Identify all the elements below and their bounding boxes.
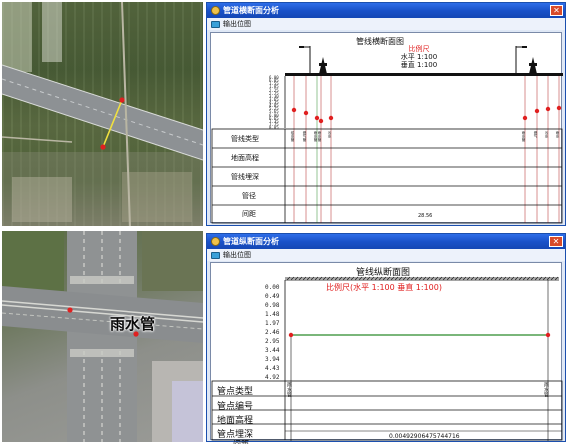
- cross-section-titlebar[interactable]: 管道横断面分析: [207, 3, 565, 18]
- pipe-point-marker: [556, 105, 562, 111]
- longitudinal-dialog[interactable]: 管道纵断面分析 ✕ 输出位图 管线纵断面图 比例尺(水平 1:100 垂直 1:…: [206, 233, 566, 444]
- aerial-map-bottom-graphics: [2, 231, 203, 442]
- y-tick-label: 2.95: [265, 338, 280, 345]
- export-bitmap-button[interactable]: 输出位图: [223, 19, 251, 29]
- pipe-point-marker: [291, 107, 297, 113]
- export-bitmap-icon[interactable]: [211, 20, 220, 28]
- pipe-type-cell: 燃气管: [303, 131, 307, 142]
- point-type-cell-end: 雨水管: [543, 382, 549, 397]
- app-icon: [211, 6, 220, 15]
- row-label-ground-elevation: 地面高程: [231, 154, 259, 162]
- close-icon[interactable]: ✕: [550, 5, 563, 16]
- pipe-type-cell: 雨水管: [522, 131, 526, 142]
- longitudinal-titlebar[interactable]: 管道纵断面分析: [207, 234, 565, 249]
- pipe-point-marker: [522, 115, 528, 121]
- pipe-type-cell: 污水: [545, 131, 549, 138]
- longitudinal-distance: 0.00492906475744716: [389, 433, 460, 440]
- cross-section-columns: [291, 76, 562, 223]
- map-label-rain-pipe: 雨水管: [110, 315, 156, 333]
- pipe-point-marker: [534, 108, 540, 114]
- pipe-point-marker: [328, 115, 334, 121]
- street-lamp-right-icon: [515, 46, 527, 75]
- aerial-map-bottom[interactable]: 雨水管: [2, 231, 203, 442]
- y-tick-label: 1.97: [265, 320, 280, 327]
- row-label-spacing: 间距: [233, 439, 249, 444]
- point-type-cell-start: 雨水管: [286, 382, 292, 397]
- app-icon: [211, 237, 220, 246]
- row-label-spacing: 间距: [242, 210, 256, 218]
- y-tick-label: 0.00: [265, 284, 280, 291]
- y-tick-label: 4.92: [265, 374, 280, 381]
- export-bitmap-button[interactable]: 输出位图: [223, 250, 251, 260]
- y-tick-label: 0.98: [265, 302, 280, 309]
- row-label-pipe-depth: 管线埋深: [231, 173, 259, 181]
- pipe-type-cell: 燃气: [534, 131, 538, 138]
- y-tick-label: 3.44: [265, 347, 280, 354]
- row-label-ground-elevation: 地面高程: [217, 416, 254, 426]
- cross-section-dialog[interactable]: 管道横断面分析 ✕ 输出位图 管线横断面图 比例尺 水平 1:100 垂直 1:…: [206, 2, 566, 226]
- pipe-type-cell: 给水管: [291, 131, 295, 142]
- longitudinal-window-title: 管道纵断面分析: [223, 237, 279, 246]
- cross-section-graphics: [211, 46, 563, 224]
- y-tick-label: 1.48: [265, 311, 280, 318]
- pipe-point-left: [67, 307, 73, 313]
- tree-right-icon: [529, 57, 537, 74]
- cross-section-canvas: 管线横断面图 比例尺 水平 1:100 垂直 1:100 6.00 6.85 1…: [210, 32, 563, 224]
- cross-section-toolbar: 输出位图: [207, 18, 565, 30]
- pipe-point-marker: [303, 110, 309, 116]
- street-lamp-left-icon: [299, 46, 311, 75]
- y-tick-label: 0.49: [265, 293, 280, 300]
- profile-point-start: [288, 332, 294, 338]
- y-tick-label: 4.43: [265, 365, 280, 372]
- pipe-type-cell: 污水: [328, 131, 332, 138]
- row-label-pipe-diameter: 管径: [242, 192, 256, 200]
- pipe-point-marker: [318, 118, 324, 124]
- longitudinal-canvas: 管线纵断面图 比例尺(水平 1:100 垂直 1:100) 0.00 0.49 …: [210, 262, 563, 444]
- close-icon[interactable]: ✕: [549, 236, 563, 247]
- longitudinal-graphics: [211, 276, 563, 441]
- y-tick-label: 3.94: [265, 356, 280, 363]
- export-bitmap-icon[interactable]: [211, 251, 220, 259]
- row-label-point-id: 管点编号: [217, 402, 254, 412]
- aerial-map-top[interactable]: [2, 2, 203, 226]
- row-label-pipe-type: 管线类型: [231, 135, 259, 143]
- y-tick-label: 8.85: [269, 125, 279, 130]
- pipe-type-cell: 雨水: [556, 131, 560, 138]
- pipe-point-marker: [545, 106, 551, 112]
- selection-start-point: [119, 97, 125, 103]
- aerial-map-top-graphics: [2, 2, 203, 226]
- ground-hatch: [286, 276, 559, 281]
- cross-section-distance: 28.56: [418, 213, 433, 219]
- longitudinal-toolbar: 输出位图: [207, 249, 565, 261]
- tree-left-icon: [319, 57, 327, 74]
- cross-section-window-title: 管道横断面分析: [223, 6, 279, 15]
- pipe-point-marker: [314, 115, 320, 121]
- profile-point-end: [545, 332, 551, 338]
- pipe-type-cell: 雨水管: [318, 131, 322, 142]
- selection-end-point: [100, 144, 106, 150]
- row-label-point-type: 管点类型: [217, 387, 254, 397]
- y-tick-label: 2.46: [265, 329, 280, 336]
